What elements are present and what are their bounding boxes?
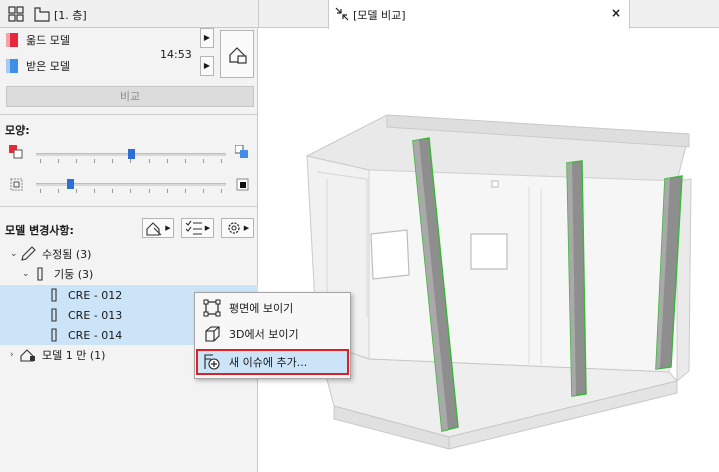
model-time: 14:53 <box>160 48 192 61</box>
transparency-slider-ticks <box>40 189 222 193</box>
received-model-label: 받은 모델 <box>26 60 70 73</box>
received-model-color-swatch <box>6 59 18 73</box>
column-icon <box>51 288 57 302</box>
divider <box>0 114 258 115</box>
floor-plan-icon[interactable] <box>34 6 50 22</box>
tree-count: (1) <box>89 348 106 362</box>
tree-item-label: CRE - 013 <box>68 308 123 322</box>
compare-button[interactable]: 비교 <box>6 86 254 107</box>
old-model-row: 옮드 모델 <box>6 30 70 50</box>
transparency-slider-track[interactable] <box>36 183 226 186</box>
tab-model-compare[interactable]: [모델 비교] × <box>328 0 630 29</box>
3d-view-icon <box>205 326 220 342</box>
menu-item-show-in-plan[interactable]: 평면에 보이기 <box>197 296 348 320</box>
color-full-icon <box>235 145 248 158</box>
chevron-down-icon[interactable]: ⌄ <box>22 269 32 279</box>
shape-section-title: 모양: <box>5 124 30 137</box>
transparency-high-icon <box>236 178 249 191</box>
element-filter-button[interactable]: ▶ <box>142 218 174 238</box>
tree-node-columns[interactable]: ⌄ 기둥 (3) <box>0 264 258 284</box>
changes-section-title: 모델 변경사항: <box>5 224 74 237</box>
tree-count: (3) <box>75 247 92 261</box>
tree-count: (3) <box>77 267 94 281</box>
color-overlay-icon <box>9 145 23 159</box>
received-model-menu-button[interactable]: ▶ <box>200 56 214 76</box>
compare-arrows-icon <box>335 7 349 21</box>
gear-icon <box>228 222 240 234</box>
column-icon <box>51 308 57 322</box>
grid-layout-icon[interactable] <box>8 6 24 22</box>
3d-model-view <box>305 114 692 450</box>
change-list-options-button[interactable]: ▶ <box>181 218 214 238</box>
house-compare-icon <box>229 47 247 64</box>
compare-tab-label: [모델 비교] <box>353 9 406 22</box>
top-tab-bar: [1. 층] [모델 비교] × <box>0 0 719 29</box>
received-model-row: 받은 모델 <box>6 56 70 76</box>
tree-item-label: CRE - 012 <box>68 288 123 302</box>
menu-item-label: 평면에 보이기 <box>229 302 294 315</box>
chevron-down-icon[interactable]: ⌄ <box>10 249 20 259</box>
house-icon <box>20 349 35 362</box>
old-model-label: 옮드 모델 <box>26 34 70 47</box>
old-model-menu-button[interactable]: ▶ <box>200 28 214 48</box>
settings-button[interactable]: ▶ <box>221 218 254 238</box>
tree-item-label: CRE - 014 <box>68 328 123 342</box>
context-menu: 평면에 보이기 3D에서 보이기 새 이슈에 추가... <box>194 292 351 379</box>
floor-tab-label[interactable]: [1. 층] <box>54 7 87 23</box>
color-slider-thumb[interactable] <box>128 149 135 159</box>
plan-view-icon <box>203 299 221 317</box>
new-issue-icon <box>204 354 220 370</box>
3d-viewport[interactable] <box>259 29 719 472</box>
tree-label: 기둥 <box>54 268 75 281</box>
element-type-icon <box>146 222 162 236</box>
close-tab-icon[interactable]: × <box>611 6 621 20</box>
chevron-right-icon[interactable]: › <box>10 350 20 360</box>
model-compare-panel: 옮드 모델 14:53 ▶ 받은 모델 ▶ 비교 모양: 모델 변경사항: ▶ … <box>0 28 258 472</box>
tree-label: 수정됨 <box>42 248 73 261</box>
color-slider-ticks <box>40 159 222 163</box>
old-model-color-swatch <box>6 33 18 47</box>
transparency-slider-thumb[interactable] <box>67 179 75 189</box>
pencil-icon <box>21 246 36 261</box>
tree-label: 모델 1 만 <box>42 349 87 362</box>
tree-node-modified[interactable]: ⌄ 수정됨 (3) <box>0 244 258 264</box>
checklist-icon <box>185 220 202 235</box>
tab-separator <box>258 0 259 28</box>
menu-item-label: 3D에서 보이기 <box>229 328 299 341</box>
transparency-low-icon <box>10 178 23 191</box>
divider <box>0 206 258 207</box>
menu-item-label: 새 이슈에 추가... <box>229 356 308 369</box>
column-icon <box>37 267 43 281</box>
column-icon <box>51 328 57 342</box>
sync-models-button[interactable] <box>220 30 254 78</box>
menu-item-show-in-3d[interactable]: 3D에서 보이기 <box>197 322 348 346</box>
menu-item-add-to-new-issue[interactable]: 새 이슈에 추가... <box>196 349 349 375</box>
